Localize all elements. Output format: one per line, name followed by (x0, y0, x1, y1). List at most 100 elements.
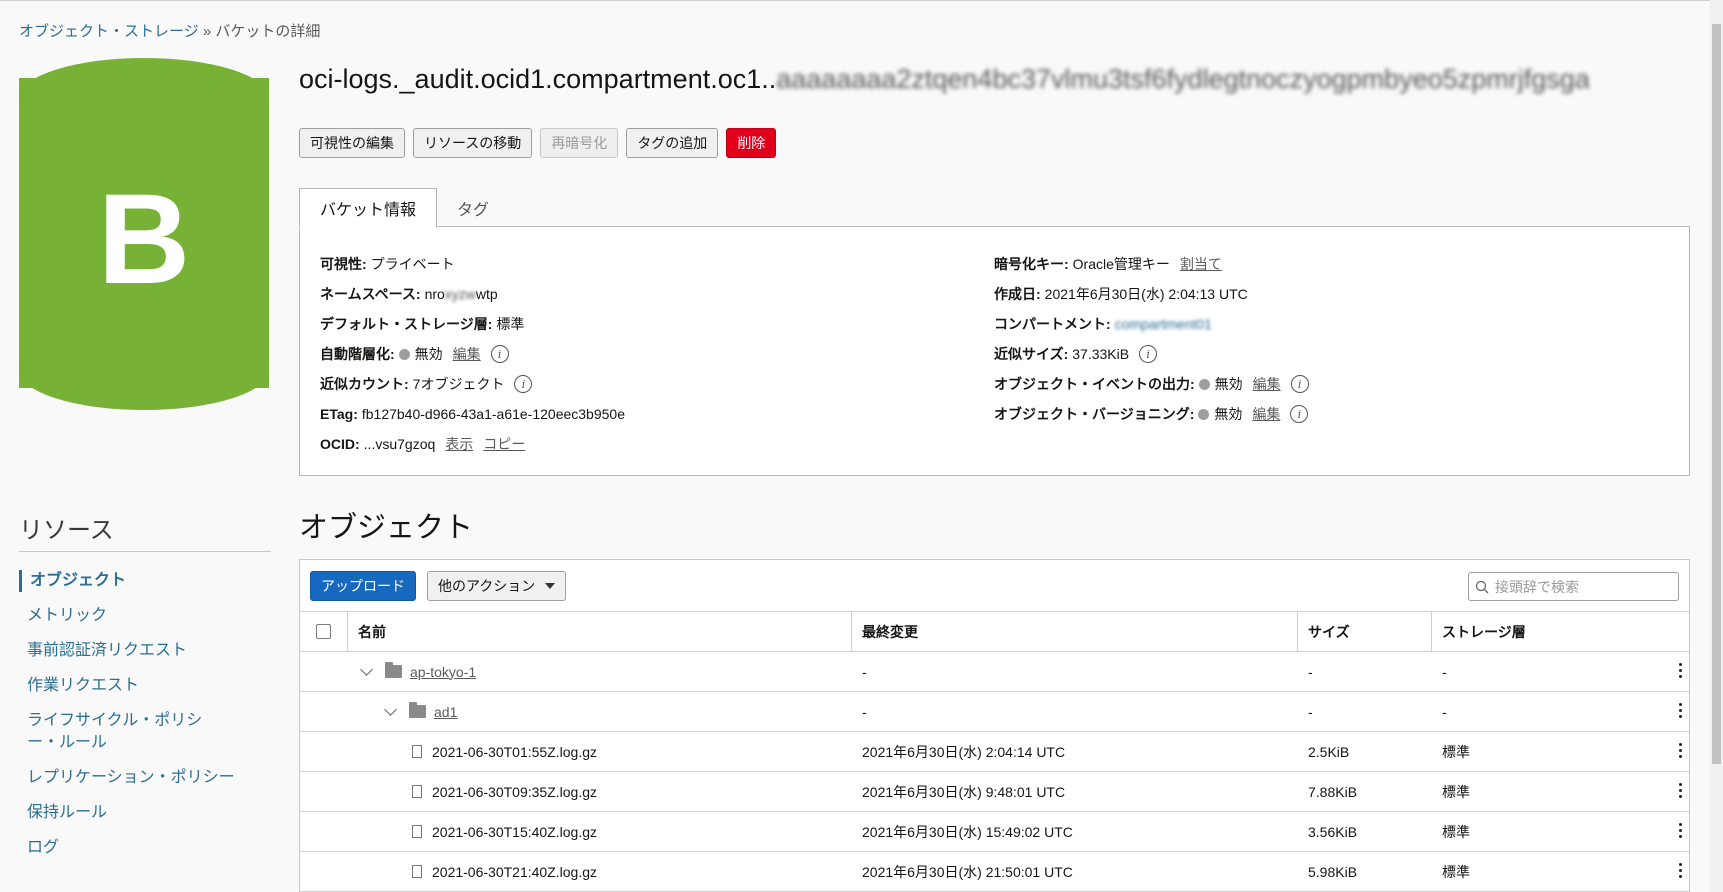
cell-tier: 標準 (1442, 783, 1470, 800)
row-actions-kebab-icon[interactable] (1679, 783, 1683, 798)
info-key: 暗号化キー: (994, 256, 1069, 272)
column-header-tier[interactable]: ストレージ層 (1432, 612, 1689, 651)
resource-item-preauth-requests[interactable]: 事前認証済リクエスト (19, 640, 259, 662)
info-object-versioning: オブジェクト・バージョニング: 無効 編集 i (994, 399, 1309, 429)
info-object-events: オブジェクト・イベントの出力: 無効 編集 i (994, 369, 1309, 399)
compartment-link[interactable]: compartment01 (1115, 316, 1212, 332)
status-dot-icon (1198, 408, 1210, 420)
info-icon[interactable]: i (1139, 345, 1158, 363)
info-value: 2021年6月30日(水) 2:04:13 UTC (1044, 286, 1248, 302)
cell-modified: 2021年6月30日(水) 9:48:01 UTC (862, 783, 1066, 800)
add-tag-button[interactable]: タグの追加 (626, 128, 719, 158)
table-row: ap-tokyo-1 - - - (300, 652, 1689, 692)
info-created: 作成日: 2021年6月30日(水) 2:04:13 UTC (994, 279, 1309, 309)
info-key: 近似サイズ: (994, 346, 1069, 362)
info-icon[interactable]: i (514, 375, 533, 393)
info-value: fb127b40-d966-43a1-a61e-120eec3b950e (361, 406, 625, 422)
resource-item-objects[interactable]: オブジェクト (19, 570, 259, 592)
info-encryption-key: 暗号化キー: Oracle管理キー 割当て (994, 249, 1309, 279)
info-key: 可視性: (320, 256, 367, 272)
resources-heading: リソース (19, 517, 114, 544)
row-actions-kebab-icon[interactable] (1679, 863, 1683, 878)
table-row: 2021-06-30T21:40Z.log.gz 2021年6月30日(水) 2… (300, 852, 1689, 892)
info-key: ネームスペース: (320, 286, 421, 302)
ocid-show-link[interactable]: 表示 (445, 434, 473, 454)
resource-item-metrics[interactable]: メトリック (19, 605, 259, 627)
row-actions-kebab-icon[interactable] (1679, 663, 1683, 678)
folder-name-link[interactable]: ap-tokyo-1 (410, 664, 476, 680)
object-events-edit-link[interactable]: 編集 (1253, 374, 1281, 394)
select-all-cell (300, 612, 348, 651)
info-icon[interactable]: i (1290, 375, 1309, 393)
ocid-copy-link[interactable]: コピー (483, 434, 525, 454)
edit-visibility-button[interactable]: 可視性の編集 (299, 128, 405, 158)
bucket-actions: 可視性の編集 リソースの移動 再暗号化 タグの追加 削除 (299, 128, 777, 158)
select-all-checkbox[interactable] (316, 624, 331, 639)
info-left-column: 可視性: プライベート ネームスペース: nro xyzw wtp デフォルト・スト… (320, 249, 625, 459)
info-value: ...vsu7gzoq (363, 436, 436, 452)
cell-size: 5.98KiB (1308, 863, 1358, 880)
row-actions-kebab-icon[interactable] (1679, 823, 1683, 838)
info-ocid: OCID: ...vsu7gzoq 表示 コピー (320, 429, 625, 459)
chevron-down-icon[interactable] (384, 702, 397, 716)
info-value: Oracle管理キー (1072, 256, 1170, 272)
object-versioning-edit-link[interactable]: 編集 (1252, 404, 1280, 424)
more-actions-button[interactable]: 他のアクション (427, 571, 567, 601)
info-icon[interactable]: i (490, 345, 509, 363)
file-icon (412, 825, 422, 838)
breadcrumb-object-storage-link[interactable]: オブジェクト・ストレージ (19, 23, 199, 40)
row-actions-kebab-icon[interactable] (1679, 743, 1683, 758)
info-icon[interactable]: i (1290, 405, 1309, 423)
resource-item-lifecycle-policy[interactable]: ライフサイクル・ポリシー・ルール (19, 710, 229, 754)
info-default-tier: デフォルト・ストレージ層: 標準 (320, 309, 625, 339)
column-header-size[interactable]: サイズ (1298, 612, 1432, 651)
column-header-name[interactable]: 名前 (348, 612, 852, 651)
cell-tier: - (1442, 703, 1447, 720)
cell-tier: 標準 (1442, 863, 1470, 880)
resource-item-retention-rules[interactable]: 保持ルール (19, 802, 259, 824)
resource-item-replication-policy[interactable]: レプリケーション・ポリシー (19, 767, 259, 789)
more-actions-label: 他のアクション (438, 578, 536, 594)
info-key: 近似カウント: (320, 376, 409, 392)
delete-button[interactable]: 削除 (726, 128, 777, 158)
folder-icon (385, 662, 402, 678)
info-value: 37.33KiB (1072, 346, 1130, 362)
auto-tiering-edit-link[interactable]: 編集 (453, 344, 481, 364)
upload-button[interactable]: アップロード (310, 571, 416, 601)
table-header: 名前 最終変更 サイズ ストレージ層 (300, 612, 1689, 652)
object-name[interactable]: 2021-06-30T01:55Z.log.gz (432, 744, 597, 760)
tab-bucket-info[interactable]: バケット情報 (299, 188, 438, 228)
info-etag: ETag: fb127b40-d966-43a1-a61e-120eec3b95… (320, 399, 625, 429)
info-key: OCID: (320, 436, 360, 452)
page-scrollbar[interactable] (1710, 0, 1723, 892)
cell-modified: 2021年6月30日(水) 2:04:14 UTC (862, 743, 1066, 760)
move-resource-button[interactable]: リソースの移動 (413, 128, 533, 158)
file-icon (412, 865, 422, 878)
info-value: 無効 (414, 346, 443, 362)
table-row: 2021-06-30T01:55Z.log.gz 2021年6月30日(水) 2… (300, 732, 1689, 772)
objects-toolbar: アップロード 他のアクション (300, 560, 1689, 612)
chevron-down-icon[interactable] (360, 662, 373, 676)
breadcrumb: オブジェクト・ストレージ » バケットの詳細 (19, 20, 320, 41)
search-input[interactable] (1495, 578, 1665, 595)
folder-name-link[interactable]: ad1 (434, 704, 457, 720)
caret-down-icon (545, 583, 556, 589)
object-name[interactable]: 2021-06-30T21:40Z.log.gz (432, 864, 597, 880)
column-header-modified[interactable]: 最終変更 (852, 612, 1298, 651)
encryption-assign-link[interactable]: 割当て (1180, 254, 1222, 274)
row-actions-kebab-icon[interactable] (1679, 703, 1683, 718)
bucket-info-panel: 可視性: プライベート ネームスペース: nro xyzw wtp デフォルト・スト… (299, 226, 1690, 476)
info-value: nro (424, 286, 445, 302)
info-approx-count: 近似カウント: 7オブジェクト i (320, 369, 625, 399)
file-icon (412, 785, 422, 798)
tab-tags[interactable]: タグ (437, 188, 509, 228)
info-key: デフォルト・ストレージ層: (320, 316, 493, 332)
resource-item-logs[interactable]: ログ (19, 837, 259, 859)
reencrypt-button[interactable]: 再暗号化 (540, 128, 619, 158)
file-icon (412, 745, 422, 758)
scrollbar-thumb[interactable] (1712, 24, 1721, 764)
object-name[interactable]: 2021-06-30T09:35Z.log.gz (432, 784, 597, 800)
object-name[interactable]: 2021-06-30T15:40Z.log.gz (432, 824, 597, 840)
prefix-search[interactable] (1468, 572, 1679, 601)
resource-item-work-requests[interactable]: 作業リクエスト (19, 675, 259, 697)
